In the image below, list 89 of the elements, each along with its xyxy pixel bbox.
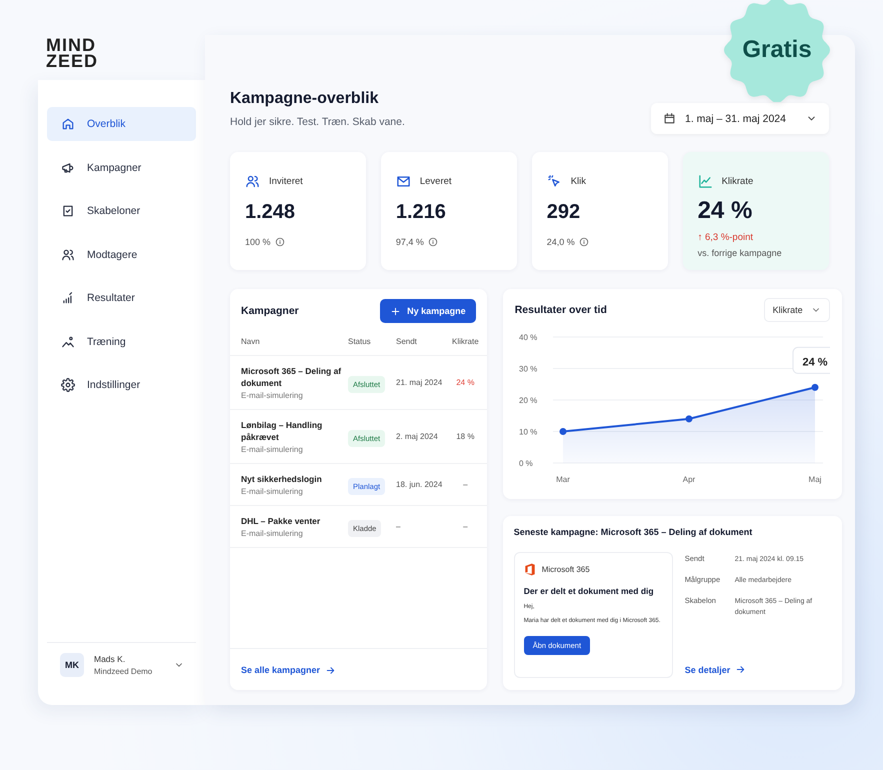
data-point (811, 384, 818, 391)
email-heading: Der er delt et dokument med dig (524, 586, 655, 596)
sender-name: Microsoft 365 (542, 565, 590, 574)
campaign-type: E-mail-simulering (241, 391, 304, 400)
office-logo-icon (524, 563, 536, 576)
arrow-right-icon (735, 664, 746, 675)
campaign-type: E-mail-simulering (241, 445, 304, 454)
stat-note: 100 % (245, 237, 271, 247)
sidebar-item[interactable]: Kampagner (47, 150, 196, 184)
click-rate: 18 % (455, 432, 476, 441)
home-icon (61, 117, 75, 131)
page-title: Kampagne-overblik (230, 90, 380, 108)
settings-icon (61, 378, 75, 392)
sent-date: 21. maj 2024 (396, 378, 444, 387)
stat-change: ↑ 6,3 %-point (698, 232, 754, 243)
column-header: Klikrate (452, 337, 479, 346)
sidebar-item[interactable]: Skabeloner (47, 194, 196, 228)
column-header: Status (348, 337, 372, 346)
page-subtitle: Hold jer sikre. Test. Træn. Skab vane. (230, 116, 405, 128)
x-axis-label: Mar (556, 475, 570, 484)
users-icon (245, 174, 260, 189)
stat-value: 1.216 (396, 201, 447, 224)
megaphone-icon (61, 160, 75, 174)
new-campaign-button[interactable]: Ny kampagne (380, 299, 476, 323)
sidebar-item[interactable]: Træning (47, 324, 196, 358)
info-icon (274, 237, 285, 247)
sidebar-item[interactable]: Resultater (47, 281, 196, 315)
data-point (685, 415, 692, 422)
users-icon (61, 248, 75, 262)
line-chart-icon (698, 174, 713, 189)
stat-note: 24,0 % (546, 237, 575, 247)
stat-label: Leveret (420, 176, 452, 187)
campaign-type: E-mail-simulering (241, 529, 304, 538)
card-title: Seneste kampagne: Microsoft 365 – Deling af dokument (514, 527, 754, 537)
mountain-icon (61, 334, 75, 348)
card-title: Kampagner (241, 305, 299, 317)
user-name: Mads K. (94, 654, 126, 664)
logo: MIND ZEED (46, 37, 100, 73)
data-point (559, 428, 566, 435)
sent-date: 2. maj 2024 (396, 432, 439, 441)
campaign-name: Microsoft 365 – Deling af dokument (241, 365, 342, 389)
sent-date: 18. jun. 2024 (396, 480, 444, 489)
y-axis-label: 0 % (518, 459, 532, 468)
checkbox-icon (61, 204, 75, 218)
cursor-click-icon (546, 174, 562, 189)
stat-note: 97,4 % (396, 237, 424, 247)
stat-label: Klik (570, 176, 586, 187)
campaign-name: Nyt sikkerhedslogin (241, 473, 323, 485)
click-rate: 24 % (455, 378, 476, 387)
date-range-picker[interactable]: 1. maj – 31. maj 2024 (651, 103, 829, 134)
sidebar-item[interactable]: Overblik (47, 107, 196, 141)
y-axis-label: 20 % (518, 396, 537, 405)
stat-value: 292 (546, 201, 582, 224)
mail-icon (396, 174, 411, 189)
metric-dropdown[interactable]: Klikrate (764, 298, 830, 322)
x-axis-label: Maj (808, 475, 822, 484)
click-rate: – (462, 522, 469, 531)
info-icon (428, 237, 438, 247)
y-axis-label: 30 % (518, 364, 537, 374)
campaign-name: Lønbilag – Handling påkrævet (241, 419, 324, 443)
x-axis-label: Apr (682, 475, 695, 484)
user-organization: Mindzeed Demo (94, 667, 154, 676)
campaign-type: E-mail-simulering (241, 487, 304, 496)
column-header: Navn (241, 337, 261, 346)
bar-chart-icon (61, 291, 75, 305)
y-axis-label: 40 % (518, 333, 537, 342)
see-details-link[interactable]: Se detaljer (684, 664, 830, 675)
column-header: Sendt (396, 337, 418, 346)
stat-label: Klikrate (722, 176, 754, 187)
stat-value: 24 % (698, 197, 754, 225)
stat-value: 1.248 (245, 201, 296, 224)
calendar-icon (663, 112, 676, 125)
avatar-initials: MK (60, 653, 84, 677)
plus-icon (390, 306, 402, 316)
card-title: Resultater over tid (514, 304, 607, 316)
campaign-name: DHL – Pakke venter (241, 515, 322, 527)
sidebar-item[interactable]: Modtagere (47, 238, 196, 272)
value-tooltip: 24 % (792, 346, 830, 374)
sent-date: – (396, 522, 402, 531)
y-axis-label: 10 % (518, 428, 537, 436)
click-rate: – (462, 480, 469, 489)
see-all-link[interactable]: Se alle kampagner (241, 664, 336, 676)
info-icon (578, 237, 589, 247)
sidebar-item[interactable]: Indstillinger (47, 368, 196, 402)
gratis-badge: Gratis (722, 0, 832, 102)
stat-note: vs. forrige kampagne (698, 248, 783, 258)
stat-label: Inviteret (269, 176, 303, 187)
annotation: 24 % (802, 356, 828, 368)
arrow-right-icon (325, 664, 336, 676)
